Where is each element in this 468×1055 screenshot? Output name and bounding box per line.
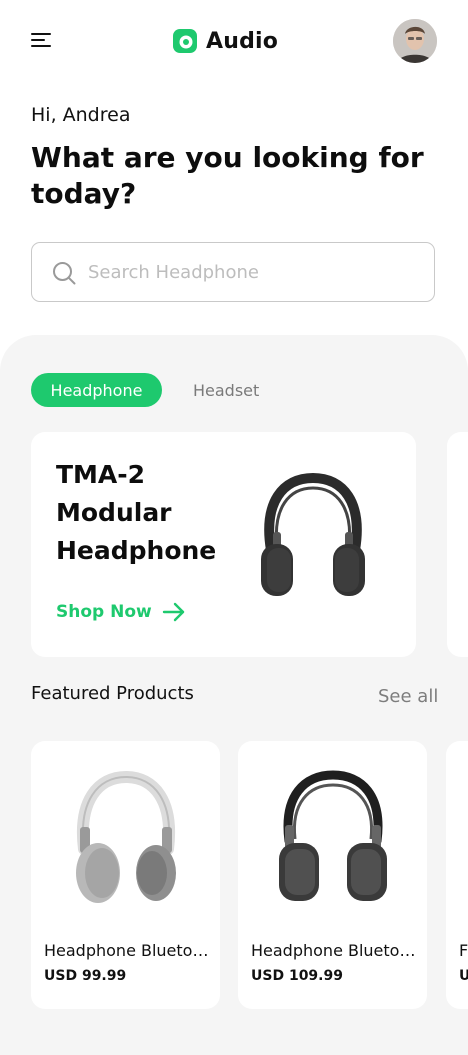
product-name: F — [459, 941, 468, 960]
tab-headphone[interactable]: Headphone — [31, 373, 162, 407]
page-title: What are you looking for today? — [31, 141, 424, 210]
avatar[interactable] — [393, 19, 437, 63]
black-headphone-image — [279, 770, 387, 901]
arrow-right-icon — [162, 602, 184, 622]
search-icon — [53, 262, 76, 285]
app-title: Audio — [206, 28, 279, 54]
product-card[interactable]: Headphone Bluetooth USD 109.99 — [238, 741, 427, 1009]
promo-banner-card[interactable]: TMA-2 Modular Headphone Shop Now — [31, 432, 416, 657]
product-name: Headphone Bluetooth — [251, 941, 419, 960]
section-title: Featured Products — [31, 683, 194, 704]
product-card[interactable]: Headphone Bluetooth USD 99.99 — [31, 741, 220, 1009]
silver-headphone-image — [76, 770, 176, 903]
menu-button[interactable] — [31, 30, 55, 50]
speaker-logo-icon — [173, 29, 197, 53]
see-all-link[interactable]: See all — [378, 686, 438, 707]
menu-icon-line — [31, 39, 45, 42]
app-logo: Audio — [172, 26, 278, 56]
product-price: U — [459, 968, 468, 984]
product-name: Headphone Bluetooth — [44, 941, 212, 960]
search-bar[interactable] — [31, 242, 435, 302]
product-card[interactable]: F U — [446, 741, 468, 1009]
search-input[interactable] — [88, 243, 418, 301]
menu-icon-line — [31, 45, 51, 48]
banner-title: TMA-2 Modular Headphone — [56, 460, 217, 565]
tab-headset[interactable]: Headset — [193, 373, 259, 407]
menu-icon — [31, 33, 51, 36]
next-banner-card[interactable] — [447, 432, 468, 657]
headphone-image — [261, 472, 365, 596]
product-price: USD 99.99 — [44, 968, 127, 984]
shop-now-label: Shop Now — [56, 602, 152, 622]
greeting-text: Hi, Andrea — [31, 104, 131, 126]
shop-now-button[interactable]: Shop Now — [56, 602, 186, 622]
product-price: USD 109.99 — [251, 968, 343, 984]
user-avatar-icon — [393, 19, 437, 63]
